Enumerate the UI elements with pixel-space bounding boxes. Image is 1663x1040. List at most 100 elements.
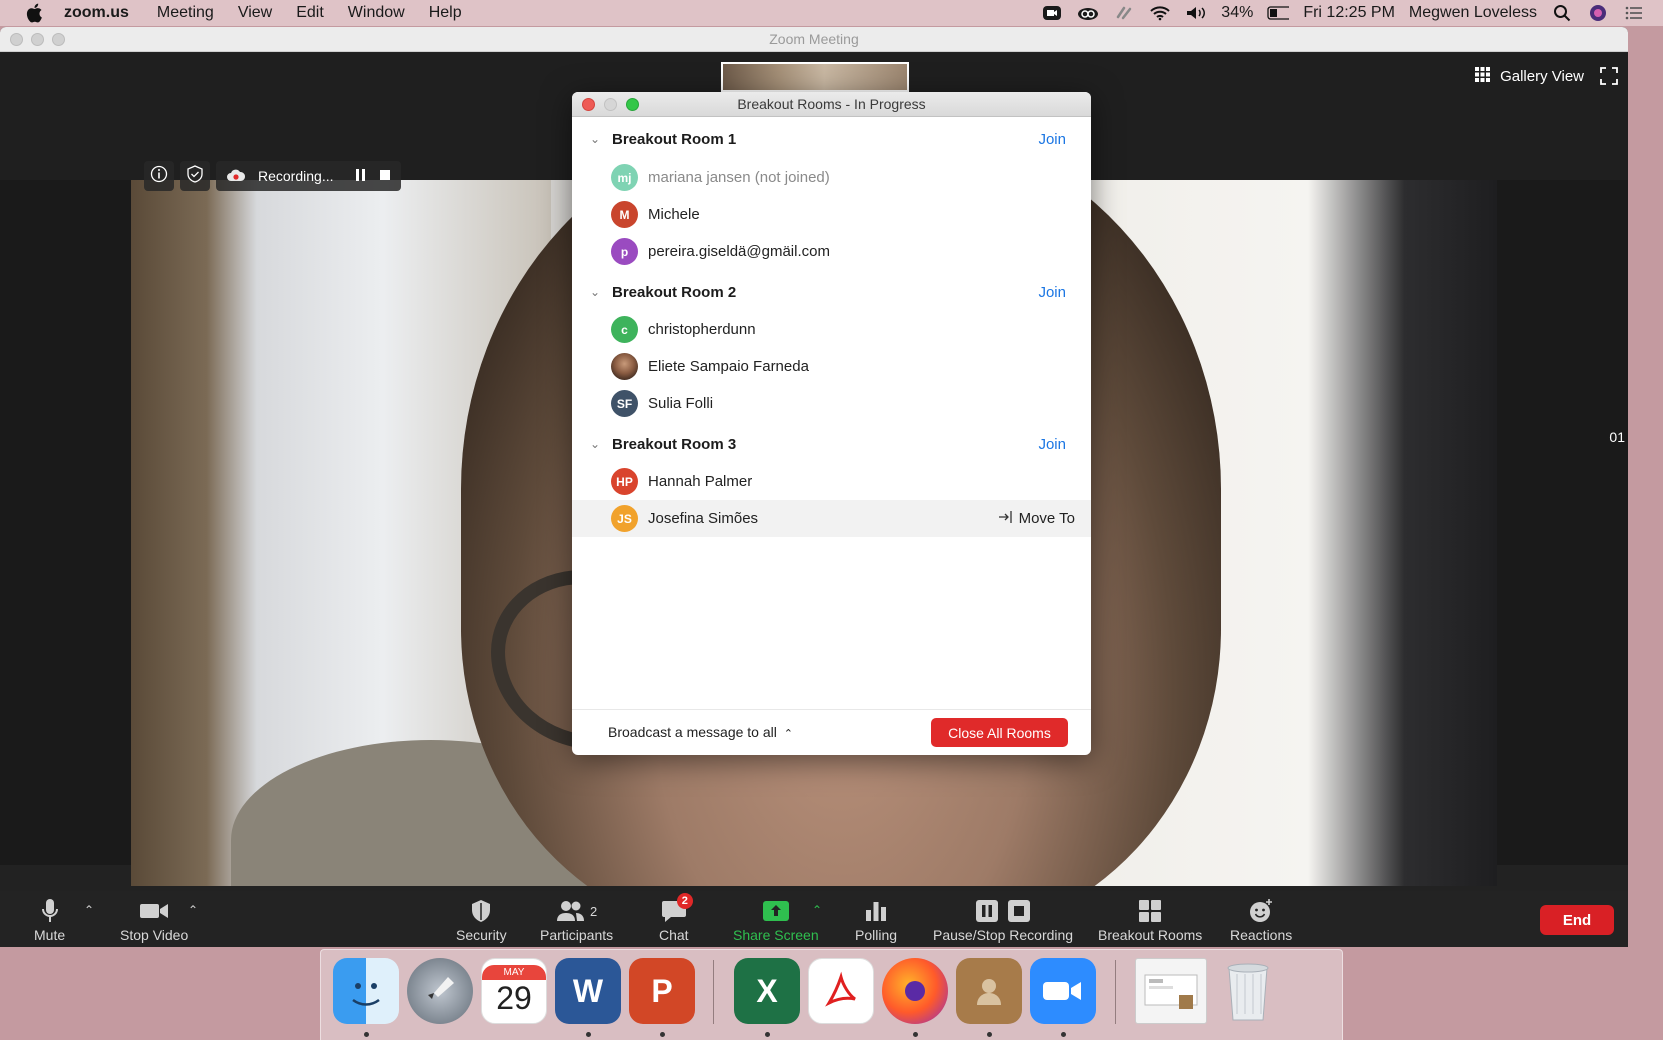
participant-thumbnail[interactable]	[721, 62, 909, 92]
room-member[interactable]: c christopherdunn	[572, 311, 1091, 348]
chat-label: Chat	[659, 927, 689, 943]
room-member[interactable]: M Michele	[572, 196, 1091, 233]
participants-button[interactable]: 2 Participants	[540, 897, 613, 943]
breakout-rooms-label: Breakout Rooms	[1098, 927, 1203, 943]
stop-recording-icon[interactable]	[379, 168, 391, 184]
collapse-chevron-icon[interactable]: ⌄	[590, 285, 602, 299]
room-member-highlighted[interactable]: JS Josefina Simões Move To	[572, 500, 1091, 537]
member-name: mariana jansen (not joined)	[648, 169, 830, 186]
zoom-icon[interactable]	[1030, 958, 1096, 1024]
battery-icon[interactable]	[1267, 4, 1290, 22]
menu-bar-clock[interactable]: Fri 12:25 PM	[1303, 4, 1395, 22]
menu-help[interactable]: Help	[429, 4, 462, 22]
running-indicator	[1061, 1032, 1066, 1037]
creative-cloud-icon[interactable]	[1077, 4, 1099, 22]
room-member[interactable]: HP Hannah Palmer	[572, 463, 1091, 500]
fullscreen-icon[interactable]	[1600, 67, 1618, 85]
acrobat-icon[interactable]	[808, 958, 874, 1024]
join-room-button[interactable]: Join	[1038, 436, 1066, 453]
microphone-icon	[40, 897, 60, 925]
app-name-menu[interactable]: zoom.us	[64, 4, 129, 22]
collapse-chevron-icon[interactable]: ⌄	[590, 437, 602, 451]
participants-icon: 2	[556, 897, 597, 925]
menu-bar-user[interactable]: Megwen Loveless	[1409, 4, 1537, 22]
pause-recording-icon[interactable]	[355, 168, 367, 184]
recording-controls-icon	[975, 897, 1031, 925]
participants-label: Participants	[540, 927, 614, 943]
gallery-view-button[interactable]: Gallery View	[1475, 67, 1584, 86]
firefox-icon[interactable]	[882, 958, 948, 1024]
breakout-room-header[interactable]: ⌄ Breakout Room 3 Join	[572, 426, 1091, 462]
chat-button[interactable]: 2 Chat	[659, 893, 693, 943]
member-name: Hannah Palmer	[648, 473, 753, 490]
dialog-title: Breakout Rooms - In Progress	[737, 96, 926, 112]
powerpoint-icon[interactable]: P	[629, 958, 695, 1024]
encryption-button[interactable]	[180, 161, 210, 191]
running-indicator	[913, 1032, 918, 1037]
room-member[interactable]: p pereira.giseldä@gmäil.com	[572, 233, 1091, 270]
member-avatar: JS	[611, 505, 638, 532]
member-avatar: mj	[611, 164, 638, 191]
video-options-caret-icon[interactable]: ⌃	[188, 903, 198, 917]
excel-icon[interactable]: X	[734, 958, 800, 1024]
join-room-button[interactable]: Join	[1038, 284, 1066, 301]
siri-icon[interactable]	[1587, 4, 1609, 22]
breakout-rooms-dialog: Breakout Rooms - In Progress ⌄ Breakout …	[572, 92, 1091, 755]
info-icon	[150, 165, 168, 188]
join-room-button[interactable]: Join	[1038, 131, 1066, 148]
shield-check-icon	[186, 164, 204, 188]
launchpad-icon[interactable]	[407, 958, 473, 1024]
contacts-icon[interactable]	[956, 958, 1022, 1024]
macos-dock: MAY 29 W P X	[320, 949, 1343, 1040]
menu-view[interactable]: View	[238, 4, 272, 22]
word-icon[interactable]: W	[555, 958, 621, 1024]
share-options-caret-icon[interactable]: ⌃	[812, 903, 822, 917]
breakout-rooms-button[interactable]: Breakout Rooms	[1098, 897, 1202, 943]
wifi-icon[interactable]	[1149, 4, 1171, 22]
running-indicator	[586, 1032, 591, 1037]
window-titlebar: Zoom Meeting	[0, 27, 1628, 52]
recording-label: Recording...	[258, 168, 334, 184]
menu-window[interactable]: Window	[348, 4, 405, 22]
menu-edit[interactable]: Edit	[296, 4, 324, 22]
spotlight-search-icon[interactable]	[1551, 4, 1573, 22]
calendar-icon[interactable]: MAY 29	[481, 958, 547, 1024]
offscreen-label: 01	[1609, 429, 1625, 445]
broadcast-message-button[interactable]: Broadcast a message to all ⌃	[608, 724, 793, 740]
member-name: Eliete Sampaio Farneda	[648, 358, 809, 375]
chevron-up-icon: ⌃	[783, 728, 793, 740]
collapse-chevron-icon[interactable]: ⌄	[590, 132, 602, 146]
breakout-room-header[interactable]: ⌄ Breakout Room 1 Join	[572, 121, 1091, 157]
sync-icon[interactable]	[1113, 4, 1135, 22]
move-to-button[interactable]: Move To	[998, 509, 1075, 529]
video-camera-icon	[139, 897, 169, 925]
security-button[interactable]: Security	[456, 897, 507, 943]
room-member[interactable]: mj mariana jansen (not joined)	[572, 159, 1091, 196]
menu-meeting[interactable]: Meeting	[157, 4, 214, 22]
room-member[interactable]: Eliete Sampaio Farneda	[572, 348, 1091, 385]
finder-icon[interactable]	[333, 958, 399, 1024]
apple-icon[interactable]	[22, 2, 46, 24]
end-meeting-button[interactable]: End	[1540, 905, 1614, 935]
pause-stop-recording-button[interactable]: Pause/Stop Recording	[933, 897, 1073, 943]
reactions-button[interactable]: Reactions	[1230, 897, 1292, 943]
zoom-status-icon[interactable]	[1041, 4, 1063, 22]
screenshot-icon[interactable]	[1135, 958, 1207, 1024]
volume-icon[interactable]	[1185, 4, 1207, 22]
room-member[interactable]: SF Sulia Folli	[572, 385, 1091, 422]
dialog-titlebar: Breakout Rooms - In Progress	[572, 92, 1091, 117]
notification-center-icon[interactable]	[1623, 4, 1645, 22]
member-avatar: M	[611, 201, 638, 228]
trash-icon[interactable]	[1215, 958, 1281, 1024]
meeting-info-button[interactable]	[144, 161, 174, 191]
stop-video-button[interactable]: Stop Video	[120, 897, 188, 943]
running-indicator	[364, 1032, 369, 1037]
polling-button[interactable]: Polling	[855, 897, 897, 943]
share-screen-button[interactable]: Share Screen	[733, 897, 819, 943]
breakout-room-header[interactable]: ⌄ Breakout Room 2 Join	[572, 274, 1091, 310]
close-all-rooms-button[interactable]: Close All Rooms	[931, 718, 1068, 747]
mute-button[interactable]: Mute	[34, 897, 65, 943]
shield-icon	[470, 897, 492, 925]
meeting-toolbar: Mute ⌃ Stop Video ⌃ Security 2 Participa…	[0, 891, 1628, 947]
audio-options-caret-icon[interactable]: ⌃	[84, 903, 94, 917]
